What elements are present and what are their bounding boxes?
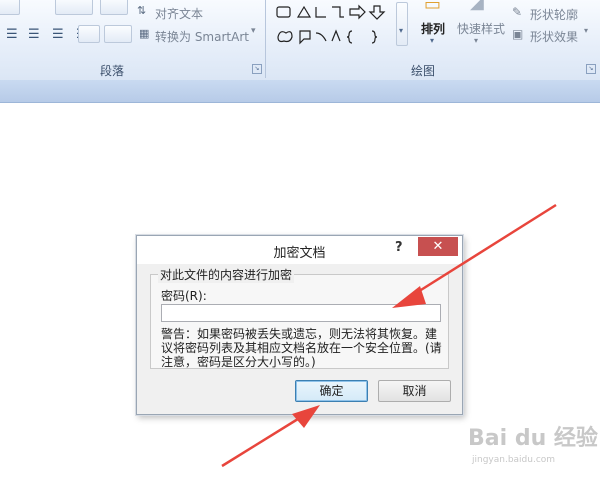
encrypt-document-dialog: 加密文档 ? ✕ 对此文件的内容进行加密 密码(R): 警告：如果密码被丢失或遗… — [136, 235, 463, 415]
align-left-icon[interactable]: ☰ — [6, 27, 18, 42]
dialog-titlebar[interactable]: 加密文档 ? ✕ — [137, 236, 462, 264]
quick-styles-button[interactable]: 快速样式 — [457, 20, 505, 37]
shapes-scroll[interactable] — [396, 2, 408, 46]
shape-outline-button[interactable]: 形状轮廓 — [530, 6, 578, 23]
ruler-band — [0, 80, 600, 103]
align-text-button[interactable]: 对齐文本 — [155, 5, 203, 22]
columns-button[interactable] — [104, 25, 132, 43]
chevron-down-icon[interactable]: ▾ — [251, 26, 256, 36]
paragraph-group-label: 段落 — [100, 64, 125, 78]
chevron-down-icon[interactable]: ▾ — [399, 26, 403, 35]
arrange-button[interactable]: 排列 — [421, 20, 445, 37]
bullets-button[interactable] — [0, 0, 20, 15]
baidu-watermark-url: jingyan.baidu.com — [472, 455, 556, 465]
dialog-title: 加密文档 — [273, 246, 326, 261]
warning-text: 警告：如果密码被丢失或遗忘，则无法将其恢复。建议将密码列表及其相应文档名放在一个… — [161, 327, 442, 369]
encrypt-group: 对此文件的内容进行加密 密码(R): 警告：如果密码被丢失或遗忘，则无法将其恢复… — [150, 266, 449, 369]
text-direction-icon[interactable]: ⇅ — [137, 4, 146, 17]
close-button[interactable]: ✕ — [418, 237, 458, 256]
drawing-group-label: 绘图 — [411, 64, 436, 78]
sort-button[interactable] — [55, 0, 93, 15]
ribbon: ⇅ 对齐文本 ☰ ☰ ☰ ☰ ▦ 转换为 SmartArt ▾ 段落 ↘ ▾ ▭… — [0, 0, 600, 81]
chevron-down-icon: ▾ — [430, 36, 435, 45]
close-icon: ✕ — [432, 239, 444, 254]
shape-effects-button[interactable]: 形状效果 — [530, 28, 578, 45]
line-spacing-button[interactable] — [100, 0, 128, 15]
ok-button[interactable]: 确定 — [295, 380, 368, 402]
cancel-button[interactable]: 取消 — [378, 380, 451, 402]
baidu-watermark-logo: Bai du 经验 — [468, 426, 598, 451]
quick-styles-icon[interactable]: ◢ — [470, 0, 484, 13]
drawing-dialog-launcher-icon[interactable]: ↘ — [586, 64, 596, 74]
shape-effects-icon[interactable]: ▣ — [512, 27, 523, 41]
align-center-icon[interactable]: ☰ — [28, 27, 40, 42]
align-right-icon[interactable]: ☰ — [52, 27, 64, 42]
smartart-icon[interactable]: ▦ — [139, 27, 149, 40]
password-input[interactable] — [161, 304, 441, 322]
shapes-gallery[interactable] — [274, 3, 404, 49]
chevron-down-icon: ▾ — [584, 26, 589, 35]
help-button[interactable]: ? — [395, 240, 403, 255]
shape-outline-icon[interactable]: ✎ — [512, 5, 522, 19]
paragraph-dialog-launcher-icon[interactable]: ↘ — [252, 64, 262, 74]
convert-smartart-button[interactable]: 转换为 SmartArt — [155, 28, 249, 45]
group-legend: 对此文件的内容进行加密 — [158, 266, 295, 283]
distribute-button[interactable] — [78, 25, 100, 43]
chevron-down-icon: ▾ — [474, 36, 479, 45]
password-label: 密码(R): — [161, 289, 207, 303]
arrange-icon[interactable]: ▭ — [424, 0, 441, 15]
